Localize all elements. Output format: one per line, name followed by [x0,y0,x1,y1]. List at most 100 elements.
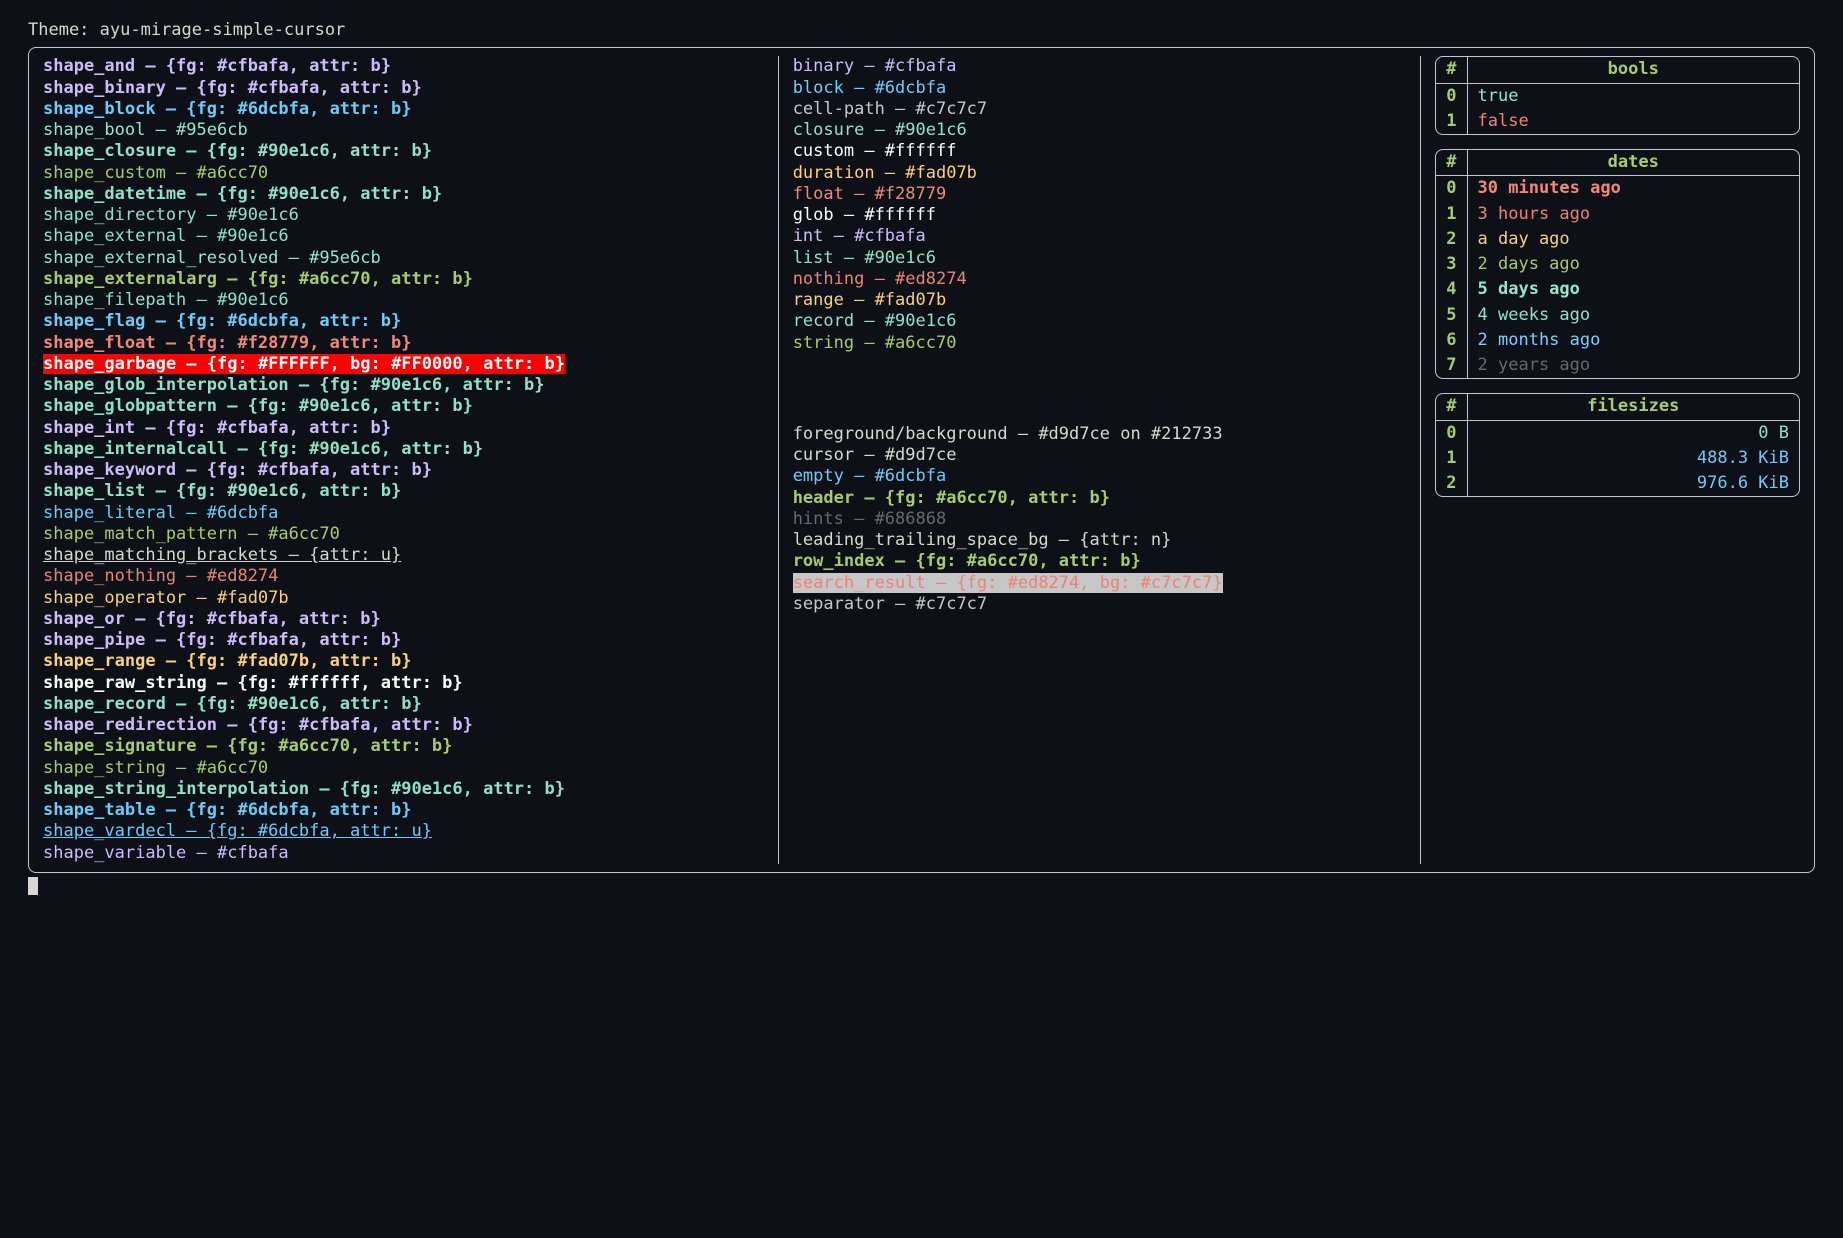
style-row-custom: custom – #ffffff [793,141,1407,162]
style-entry: cursor – #d9d7ce [793,445,957,465]
style-entry: shape_pipe – {fg: #cfbafa, attr: b} [43,630,401,650]
style-row-shape_or: shape_or – {fg: #cfbafa, attr: b} [43,609,764,630]
style-row-float: float – #f28779 [793,184,1407,205]
style-row-shape_float: shape_float – {fg: #f28779, attr: b} [43,333,764,354]
style-entry: shape_internalcall – {fg: #90e1c6, attr:… [43,439,483,459]
style-row-empty: empty – #6dcbfa [793,466,1407,487]
row-value: 30 minutes ago [1467,176,1799,202]
style-entry: shape_record – {fg: #90e1c6, attr: b} [43,694,422,714]
row-value: 0 B [1467,420,1799,446]
row-index: 0 [1436,420,1467,446]
style-row-shape_globpattern: shape_globpattern – {fg: #90e1c6, attr: … [43,396,764,417]
style-row-shape_glob_interpolation: shape_glob_interpolation – {fg: #90e1c6,… [43,375,764,396]
style-row-shape_operator: shape_operator – #fad07b [43,588,764,609]
table-row: 0true [1436,83,1799,109]
style-entry: search_result – {fg: #ed8274, bg: #c7c7c… [793,573,1223,593]
style-row-shape_raw_string: shape_raw_string – {fg: #ffffff, attr: b… [43,673,764,694]
style-entry: shape_nothing – #ed8274 [43,566,278,586]
row-index: 6 [1436,328,1467,353]
style-row-shape_datetime: shape_datetime – {fg: #90e1c6, attr: b} [43,184,764,205]
style-row-shape_external_resolved: shape_external_resolved – #95e6cb [43,248,764,269]
tables-column: #bools0true1false#dates030 minutes ago13… [1421,56,1814,864]
style-row-shape_externalarg: shape_externalarg – {fg: #a6cc70, attr: … [43,269,764,290]
style-entry: shape_globpattern – {fg: #90e1c6, attr: … [43,396,473,416]
style-entry: shape_literal – #6dcbfa [43,503,278,523]
style-entry: shape_redirection – {fg: #cfbafa, attr: … [43,715,473,735]
style-row-shape_range: shape_range – {fg: #fad07b, attr: b} [43,651,764,672]
style-entry: shape_keyword – {fg: #cfbafa, attr: b} [43,460,432,480]
style-entry: shape_string – #a6cc70 [43,758,268,778]
col-header: dates [1467,150,1799,176]
style-row-glob: glob – #ffffff [793,205,1407,226]
style-row-row_index: row_index – {fg: #a6cc70, attr: b} [793,551,1407,572]
style-entry: string – #a6cc70 [793,333,957,353]
style-row-shape_directory: shape_directory – #90e1c6 [43,205,764,226]
style-entry: foreground/background – #d9d7ce on #2127… [793,424,1223,444]
style-row-shape_block: shape_block – {fg: #6dcbfa, attr: b} [43,99,764,120]
style-entry: shape_matching_brackets – {attr: u} [43,545,401,565]
style-row-shape_keyword: shape_keyword – {fg: #cfbafa, attr: b} [43,460,764,481]
style-row-shape_matching_brackets: shape_matching_brackets – {attr: u} [43,545,764,566]
row-value: 2 years ago [1467,353,1799,378]
style-entry: closure – #90e1c6 [793,120,967,140]
style-row-header: header – {fg: #a6cc70, attr: b} [793,488,1407,509]
style-row-nothing: nothing – #ed8274 [793,269,1407,290]
table-row: 1488.3 KiB [1436,446,1799,471]
preview-frame: shape_and – {fg: #cfbafa, attr: b}shape_… [28,47,1815,873]
style-entry: shape_range – {fg: #fad07b, attr: b} [43,651,411,671]
style-row-foreground/background: foreground/background – #d9d7ce on #2127… [793,424,1407,445]
dates-table: #dates030 minutes ago13 hours ago2a day … [1435,149,1800,379]
style-entry: shape_signature – {fg: #a6cc70, attr: b} [43,736,452,756]
row-value: a day ago [1467,227,1799,252]
table-row: 1false [1436,109,1799,134]
style-row-shape_external: shape_external – #90e1c6 [43,226,764,247]
style-row-shape_match_pattern: shape_match_pattern – #a6cc70 [43,524,764,545]
row-index: 0 [1436,176,1467,202]
style-entry: duration – #fad07b [793,163,977,183]
col-header: # [1436,394,1467,420]
style-entry: shape_external_resolved – #95e6cb [43,248,381,268]
row-value: false [1467,109,1799,134]
style-entry: shape_flag – {fg: #6dcbfa, attr: b} [43,311,401,331]
row-index: 1 [1436,202,1467,227]
row-value: true [1467,83,1799,109]
style-entry: shape_vardecl – {fg: #6dcbfa, attr: u} [43,821,432,841]
style-row-shape_internalcall: shape_internalcall – {fg: #90e1c6, attr:… [43,439,764,460]
row-index: 3 [1436,252,1467,277]
style-entry: shape_binary – {fg: #cfbafa, attr: b} [43,78,422,98]
style-row-duration: duration – #fad07b [793,163,1407,184]
col-header: bools [1467,57,1799,83]
style-entry: shape_or – {fg: #cfbafa, attr: b} [43,609,381,629]
col-header: filesizes [1467,394,1799,420]
style-entry: separator – #c7c7c7 [793,594,987,614]
table-row: 2a day ago [1436,227,1799,252]
style-entry: shape_operator – #fad07b [43,588,289,608]
table-row: 62 months ago [1436,328,1799,353]
style-entry: shape_glob_interpolation – {fg: #90e1c6,… [43,375,545,395]
style-entry: shape_directory – #90e1c6 [43,205,299,225]
style-entry: range – #fad07b [793,290,947,310]
style-row-shape_custom: shape_custom – #a6cc70 [43,163,764,184]
style-row-cursor: cursor – #d9d7ce [793,445,1407,466]
table-row: 72 years ago [1436,353,1799,378]
row-value: 2 months ago [1467,328,1799,353]
row-value: 4 weeks ago [1467,303,1799,328]
style-row-shape_binary: shape_binary – {fg: #cfbafa, attr: b} [43,78,764,99]
row-index: 7 [1436,353,1467,378]
style-row-record: record – #90e1c6 [793,311,1407,332]
style-row-int: int – #cfbafa [793,226,1407,247]
style-row-cell-path: cell-path – #c7c7c7 [793,99,1407,120]
style-row-shape_int: shape_int – {fg: #cfbafa, attr: b} [43,418,764,439]
style-row-separator: separator – #c7c7c7 [793,594,1407,615]
table-row: 32 days ago [1436,252,1799,277]
theme-header: Theme: ayu-mirage-simple-cursor [28,20,1815,41]
style-entry: shape_match_pattern – #a6cc70 [43,524,340,544]
style-entry: shape_block – {fg: #6dcbfa, attr: b} [43,99,411,119]
row-value: 976.6 KiB [1467,471,1799,496]
style-entry: float – #f28779 [793,184,947,204]
style-entry: record – #90e1c6 [793,311,957,331]
row-index: 5 [1436,303,1467,328]
style-row-block: block – #6dcbfa [793,78,1407,99]
style-entry: shape_list – {fg: #90e1c6, attr: b} [43,481,401,501]
style-row-shape_garbage: shape_garbage – {fg: #FFFFFF, bg: #FF000… [43,354,764,375]
